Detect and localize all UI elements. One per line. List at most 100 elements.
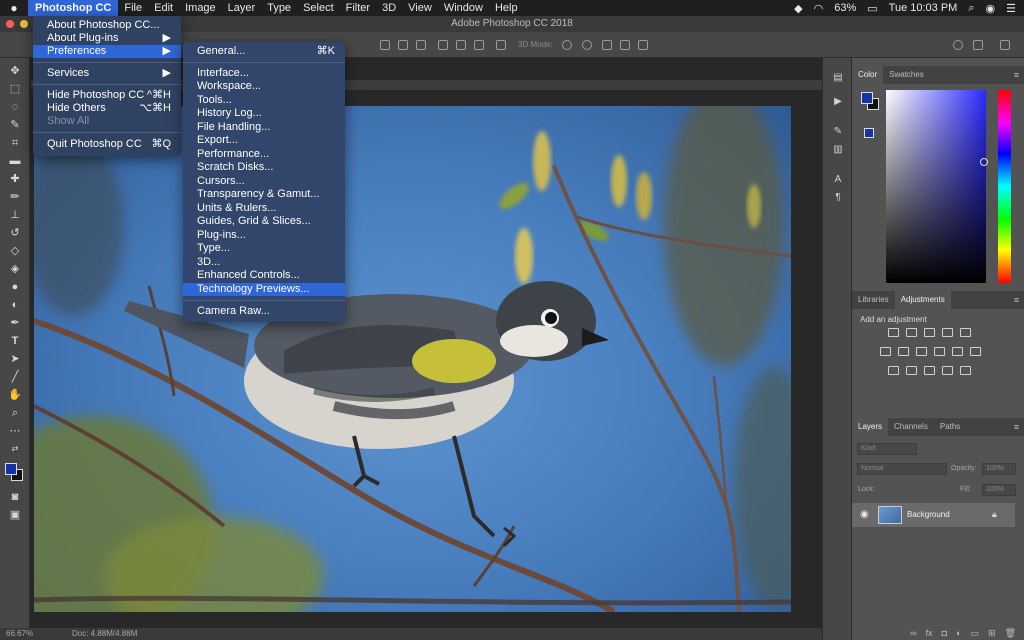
menu-layer[interactable]: Layer	[222, 0, 262, 16]
magic-wand-tool-icon[interactable]: ✎	[8, 118, 22, 132]
color-fg-swatch[interactable]	[861, 92, 873, 104]
notification-center-icon[interactable]: ☰	[1006, 2, 1016, 15]
pref-units-rulers[interactable]: Units & Rulers...	[183, 202, 345, 215]
tab-layers[interactable]: Layers	[852, 418, 889, 436]
menu-item-hide-others[interactable]: Hide Others ⌥⌘H	[33, 102, 181, 115]
pref-enhanced-controls[interactable]: Enhanced Controls...	[183, 269, 345, 282]
move-tool-icon[interactable]: ✥	[8, 64, 22, 78]
fill-field[interactable]: 100%	[982, 484, 1016, 496]
pen-tool-icon[interactable]: ✒	[8, 316, 22, 330]
pref-performance[interactable]: Performance...	[183, 148, 345, 161]
tab-swatches[interactable]: Swatches	[883, 66, 930, 84]
dropbox-icon[interactable]: ◆	[794, 2, 802, 15]
lasso-tool-icon[interactable]: ◌	[8, 100, 22, 114]
eraser-tool-icon[interactable]: ◇	[8, 244, 22, 258]
bird-photo-canvas[interactable]	[34, 106, 791, 612]
pref-file-handling[interactable]: File Handling...	[183, 121, 345, 134]
menu-item-about-photoshop[interactable]: About Photoshop CC...	[33, 19, 181, 32]
wifi-icon[interactable]: ◠	[814, 2, 824, 15]
pref-export[interactable]: Export...	[183, 134, 345, 147]
hue-saturation-adjustment-icon[interactable]	[880, 347, 891, 356]
menu-window[interactable]: Window	[438, 0, 489, 16]
paint-bucket-icon[interactable]: ◈	[8, 262, 22, 276]
ruler-tool-icon[interactable]: ▬	[8, 154, 22, 168]
adjustments-panel-menu-icon[interactable]: ≡	[1014, 295, 1024, 305]
menu-select[interactable]: Select	[297, 0, 340, 16]
brightness-adjustment-icon[interactable]	[888, 328, 899, 337]
brush-settings-icon[interactable]: ✎	[832, 126, 844, 138]
pref-tools[interactable]: Tools...	[183, 94, 345, 107]
user-avatar-icon[interactable]: ◉	[986, 2, 996, 15]
menu-item-hide-photoshop[interactable]: Hide Photoshop CC ^⌘H	[33, 89, 181, 102]
curves-adjustment-icon[interactable]	[924, 328, 935, 337]
selective-color-adjustment-icon[interactable]	[960, 366, 971, 375]
brushes-icon[interactable]: ▥	[832, 144, 844, 156]
pref-workspace[interactable]: Workspace...	[183, 80, 345, 93]
menu-image[interactable]: Image	[179, 0, 222, 16]
more-tools-icon[interactable]: ⋯	[8, 424, 22, 438]
doc-size[interactable]: Doc: 4.88M/4.88M	[72, 628, 137, 640]
color-field[interactable]	[886, 90, 986, 283]
pref-scratch-disks[interactable]: Scratch Disks...	[183, 161, 345, 174]
vibrance-adjustment-icon[interactable]	[960, 328, 971, 337]
pref-cursors[interactable]: Cursors...	[183, 175, 345, 188]
align-top-icon[interactable]	[438, 40, 448, 50]
tab-paths[interactable]: Paths	[934, 418, 966, 436]
actions-play-icon[interactable]: ▶	[832, 96, 844, 108]
spotlight-icon[interactable]: ⌕	[968, 2, 974, 15]
pref-technology-previews[interactable]: Technology Previews...	[183, 283, 345, 296]
distribute-icon[interactable]	[496, 40, 506, 50]
pref-general[interactable]: General... ⌘K	[183, 45, 345, 58]
scale-3d-icon[interactable]	[638, 40, 648, 50]
layer-style-icon[interactable]: fx	[926, 626, 933, 640]
invert-adjustment-icon[interactable]	[888, 366, 899, 375]
screen-mode-icon[interactable]: ▣	[8, 508, 22, 522]
zoom-level[interactable]: 66.67%	[6, 628, 33, 640]
layers-panel-menu-icon[interactable]: ≡	[1014, 422, 1024, 432]
quick-mask-icon[interactable]: ◙	[8, 490, 22, 504]
menu-file[interactable]: File	[118, 0, 148, 16]
pref-type[interactable]: Type...	[183, 242, 345, 255]
color-balance-adjustment-icon[interactable]	[898, 347, 909, 356]
color-panel-menu-icon[interactable]: ≡	[1014, 70, 1024, 80]
battery-icon[interactable]: ▭	[867, 2, 877, 15]
path-selection-icon[interactable]: ➤	[8, 352, 22, 366]
visibility-eye-icon[interactable]: ◉	[860, 509, 869, 520]
search-icon[interactable]	[953, 40, 963, 50]
clone-stamp-icon[interactable]: ⊥	[8, 208, 22, 222]
pref-interface[interactable]: Interface...	[183, 67, 345, 80]
pref-history-log[interactable]: History Log...	[183, 107, 345, 120]
pref-3d[interactable]: 3D...	[183, 256, 345, 269]
dodge-tool-icon[interactable]: ◐	[8, 298, 22, 312]
opacity-field[interactable]: 100%	[982, 463, 1016, 475]
layer-lock-icon[interactable]: 🔒︎	[992, 509, 997, 520]
levels-adjustment-icon[interactable]	[906, 328, 917, 337]
align-left-icon[interactable]	[380, 40, 390, 50]
layer-kind-filter[interactable]: Kind	[857, 443, 917, 455]
photo-filter-adjustment-icon[interactable]	[934, 347, 945, 356]
threshold-adjustment-icon[interactable]	[924, 366, 935, 375]
pref-camera-raw[interactable]: Camera Raw...	[183, 305, 345, 318]
hand-tool-icon[interactable]: ✋	[8, 388, 22, 402]
pref-guides-grid-slices[interactable]: Guides, Grid & Slices...	[183, 215, 345, 228]
marquee-tool-icon[interactable]: ⬚	[8, 82, 22, 96]
layer-row-background[interactable]: ◉ Background 🔒︎	[852, 503, 1015, 527]
share-icon[interactable]	[1000, 40, 1010, 50]
close-window-button[interactable]	[6, 20, 14, 28]
menu-item-quit[interactable]: Quit Photoshop CC ⌘Q	[33, 138, 181, 151]
workspace-icon[interactable]	[973, 40, 983, 50]
web-safe-swatch[interactable]	[864, 128, 874, 138]
delete-layer-icon[interactable]: 🗑︎	[1005, 626, 1016, 640]
exposure-adjustment-icon[interactable]	[942, 328, 953, 337]
brush-tool-icon[interactable]: ✏	[8, 190, 22, 204]
slide-3d-icon[interactable]	[620, 40, 630, 50]
tab-libraries[interactable]: Libraries	[852, 291, 895, 309]
layer-mask-icon[interactable]: ◘	[942, 626, 947, 640]
crop-tool-icon[interactable]: ⌗	[8, 136, 22, 150]
zoom-tool-icon[interactable]: ⌕	[8, 406, 22, 420]
menu-edit[interactable]: Edit	[148, 0, 179, 16]
pan-3d-icon[interactable]	[602, 40, 612, 50]
tab-color[interactable]: Color	[852, 66, 884, 84]
link-layers-icon[interactable]: ∞	[910, 626, 916, 640]
align-bottom-icon[interactable]	[474, 40, 484, 50]
